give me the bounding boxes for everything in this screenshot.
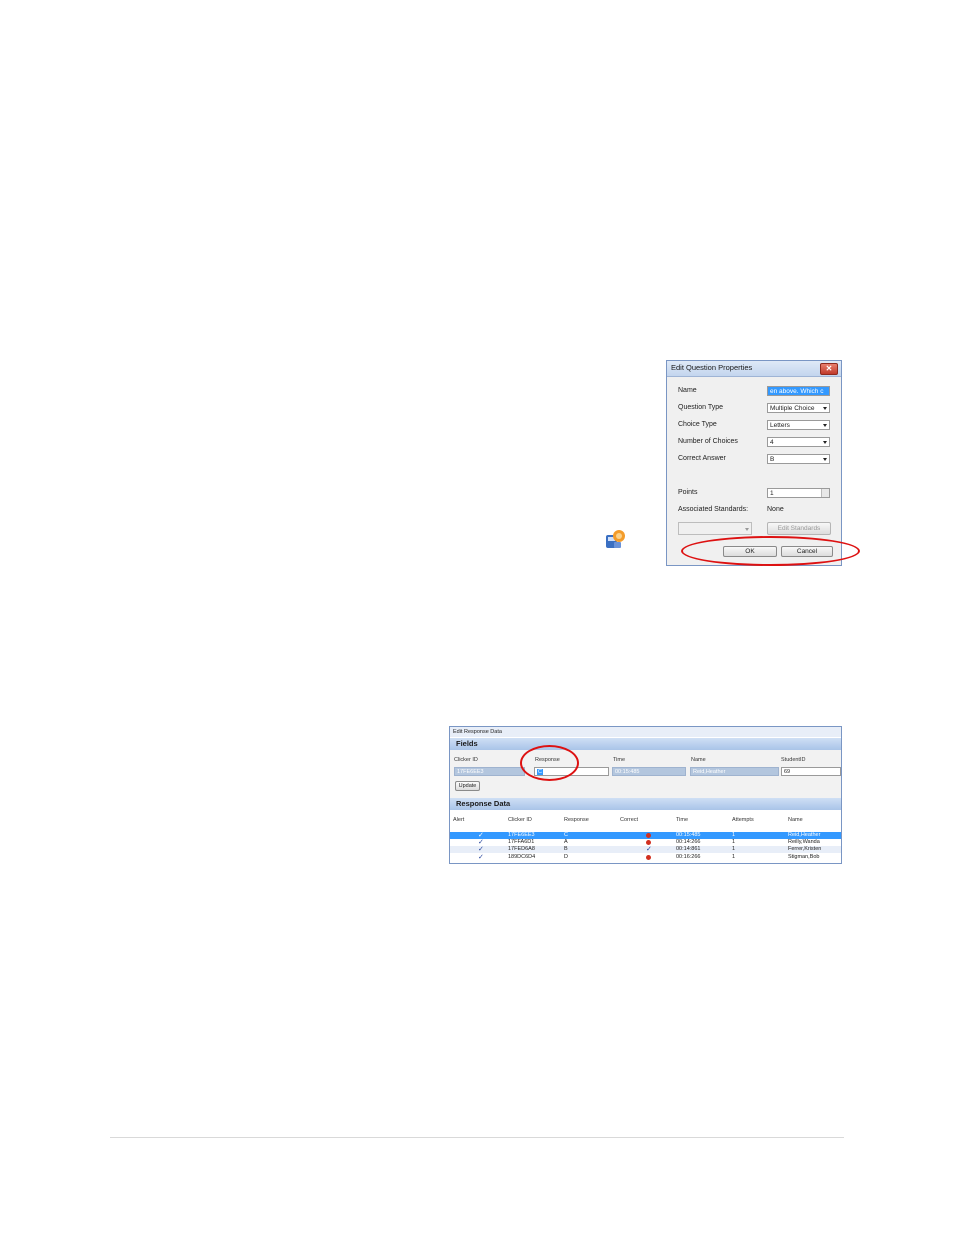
cell-clicker-id: 17FED6A8 [508, 846, 535, 852]
clicker-app-icon[interactable] [605, 529, 627, 550]
chevron-down-icon [823, 424, 827, 427]
chevron-down-icon [745, 528, 749, 531]
number-of-choices-select[interactable]: 4 [767, 437, 830, 447]
col-clicker-id[interactable]: Clicker ID [508, 817, 532, 823]
cell-response: B [564, 846, 568, 852]
cell-name: Ferrer,Kristen [788, 846, 822, 852]
name-field: Reid,Heather [690, 767, 779, 776]
associated-standards-value: None [767, 506, 784, 513]
chevron-down-icon [823, 407, 827, 410]
time-field: 00:15:485 [612, 767, 686, 776]
incorrect-icon [646, 854, 651, 863]
edit-question-properties-dialog: Edit Question Properties ✕ Name en above… [666, 360, 842, 566]
table-row[interactable]: ✓ 189DC6D4 D 00:16:266 1 Stigman,Bob [450, 854, 841, 861]
highlight-oval-response [520, 745, 579, 781]
name-field[interactable]: en above. Which c [767, 386, 830, 396]
clicker-id-field: 17FE6EE3 [454, 767, 525, 776]
points-value: 1 [770, 490, 774, 497]
edit-standards-button[interactable]: Edit Standards [767, 522, 831, 535]
cell-attempts: 1 [732, 839, 736, 845]
choice-type-value: Letters [770, 422, 790, 429]
col-response[interactable]: Response [564, 817, 589, 823]
name-label: Name [678, 387, 697, 394]
col-alert[interactable]: Alert [453, 817, 464, 823]
table-row[interactable]: ✓ 17FFA6D1 A 00:14:266 1 Reilly,Wanda [450, 839, 841, 846]
table-row[interactable]: ✓ 17FE6EE3 C 00:15:485 1 Reid,Heather [450, 832, 841, 839]
cell-clicker-id: 17FE6EE3 [508, 832, 535, 838]
panel-title: Edit Response Data [450, 727, 841, 737]
alert-check-icon: ✓ [478, 832, 484, 839]
col-attempts[interactable]: Attempts [732, 817, 754, 823]
correct-answer-label: Correct Answer [678, 455, 726, 462]
associated-standards-label: Associated Standards: [678, 506, 749, 513]
dialog-title: Edit Question Properties [671, 363, 753, 372]
cell-response: C [564, 832, 568, 838]
points-stepper[interactable]: 1 [767, 488, 830, 498]
highlight-oval-ok-cancel [681, 536, 860, 566]
cell-name: Reid,Heather [788, 832, 821, 838]
cell-time: 00:16:266 [676, 854, 701, 860]
standards-select[interactable] [678, 522, 752, 535]
spinner-arrows-icon[interactable] [821, 489, 829, 497]
student-id-label: StudentID [781, 757, 806, 763]
alert-check-icon: ✓ [478, 854, 484, 861]
correct-answer-select[interactable]: B [767, 454, 830, 464]
number-of-choices-label: Number of Choices [678, 438, 738, 445]
question-type-value: Multiple Choice [770, 405, 815, 412]
points-label: Points [678, 489, 698, 496]
clicker-id-label: Clicker ID [454, 757, 478, 763]
dialog-titlebar: Edit Question Properties ✕ [667, 361, 841, 377]
cell-attempts: 1 [732, 854, 736, 860]
col-correct[interactable]: Correct [620, 817, 638, 823]
edit-response-data-panel: Edit Response Data Fields Clicker ID Res… [449, 726, 842, 864]
correct-check-icon: ✓ [646, 846, 652, 853]
chevron-down-icon [823, 441, 827, 444]
choice-type-select[interactable]: Letters [767, 420, 830, 430]
update-button[interactable]: Update [455, 781, 480, 791]
fields-heading: Fields [450, 738, 841, 750]
cell-time: 00:15:485 [676, 832, 701, 838]
cell-name: Reilly,Wanda [788, 839, 820, 845]
cell-time: 00:14:266 [676, 839, 701, 845]
question-type-label: Question Type [678, 404, 724, 411]
student-id-field[interactable]: 69 [781, 767, 841, 776]
time-label: Time [613, 757, 626, 763]
cell-attempts: 1 [732, 832, 736, 838]
table-row[interactable]: ✓ 17FED6A8 B ✓ 00:14:861 1 Ferrer,Kristen [450, 846, 841, 853]
alert-check-icon: ✓ [478, 839, 484, 846]
cell-clicker-id: 189DC6D4 [508, 854, 536, 860]
cell-time: 00:14:861 [676, 846, 701, 852]
footer-divider [110, 1137, 844, 1138]
close-icon[interactable]: ✕ [820, 363, 838, 375]
col-name[interactable]: Name [788, 817, 803, 823]
name-label: Name [691, 757, 706, 763]
cell-response: D [564, 854, 568, 860]
table-header: Alert Clicker ID Response Correct Time A… [450, 816, 841, 826]
choice-type-label: Choice Type [678, 421, 717, 428]
response-data-heading: Response Data [450, 798, 841, 810]
cell-name: Stigman,Bob [788, 854, 820, 860]
question-type-select[interactable]: Multiple Choice [767, 403, 830, 413]
col-time[interactable]: Time [676, 817, 688, 823]
alert-check-icon: ✓ [478, 846, 484, 853]
number-of-choices-value: 4 [770, 439, 774, 446]
correct-answer-value: B [770, 456, 775, 463]
cell-attempts: 1 [732, 846, 736, 852]
cell-clicker-id: 17FFA6D1 [508, 839, 535, 845]
chevron-down-icon [823, 458, 827, 461]
cell-response: A [564, 839, 568, 845]
